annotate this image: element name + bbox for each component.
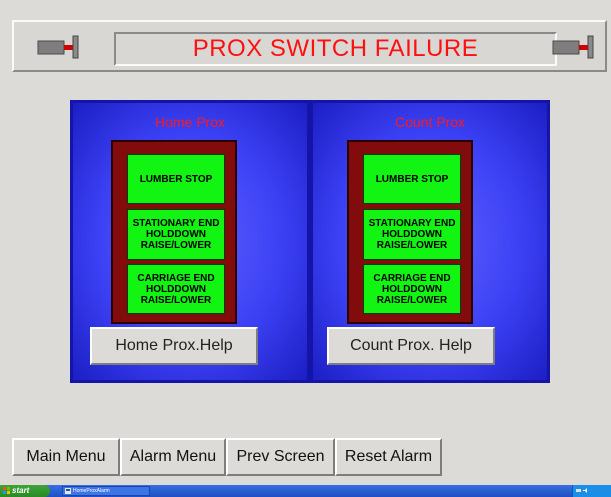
home-prox-help-button[interactable]: Home Prox.Help xyxy=(90,327,258,365)
prox-switch-icon xyxy=(552,35,594,59)
home-prox-panel: Home Prox LUMBER STOP STATIONARY END HOL… xyxy=(70,100,310,383)
count-prox-switch-frame: LUMBER STOP STATIONARY END HOLDDOWN RAIS… xyxy=(347,140,473,324)
count-prox-help-button[interactable]: Count Prox. Help xyxy=(327,327,495,365)
app-icon xyxy=(65,488,71,494)
system-tray xyxy=(572,485,611,497)
home-stationary-end-holddown-button[interactable]: STATIONARY END HOLDDOWN RAISE/LOWER xyxy=(127,209,225,260)
count-carriage-end-holddown-button[interactable]: CARRIAGE END HOLDDOWN RAISE/LOWER xyxy=(363,264,461,314)
header-banner: PROX SWITCH FAILURE xyxy=(12,20,607,72)
network-icon[interactable] xyxy=(576,488,581,493)
reset-alarm-button[interactable]: Reset Alarm xyxy=(335,438,442,476)
taskbar-item-homeproxalarm[interactable]: HomeProxAlarm xyxy=(62,486,150,496)
count-stationary-end-holddown-button[interactable]: STATIONARY END HOLDDOWN RAISE/LOWER xyxy=(363,209,461,260)
page-title: PROX SWITCH FAILURE xyxy=(114,32,557,66)
count-lumber-stop-button[interactable]: LUMBER STOP xyxy=(363,154,461,204)
volume-icon[interactable] xyxy=(583,488,588,493)
home-carriage-end-holddown-button[interactable]: CARRIAGE END HOLDDOWN RAISE/LOWER xyxy=(127,264,225,314)
count-prox-title: Count Prox xyxy=(394,114,466,130)
windows-logo-icon xyxy=(3,487,10,494)
start-label: start xyxy=(12,486,30,495)
alarm-menu-button[interactable]: Alarm Menu xyxy=(120,438,226,476)
prev-screen-button[interactable]: Prev Screen xyxy=(226,438,335,476)
home-prox-switch-frame: LUMBER STOP STATIONARY END HOLDDOWN RAIS… xyxy=(111,140,237,324)
start-button[interactable]: start xyxy=(0,485,50,497)
prox-switch-icon xyxy=(37,35,79,59)
taskbar-item-label: HomeProxAlarm xyxy=(73,488,110,494)
home-prox-title: Home Prox xyxy=(154,114,226,130)
count-prox-panel: Count Prox LUMBER STOP STATIONARY END HO… xyxy=(310,100,550,383)
main-menu-button[interactable]: Main Menu xyxy=(12,438,120,476)
bottom-nav: Main Menu Alarm Menu Prev Screen Reset A… xyxy=(12,438,442,476)
home-lumber-stop-button[interactable]: LUMBER STOP xyxy=(127,154,225,204)
taskbar: start HomeProxAlarm xyxy=(0,485,611,497)
